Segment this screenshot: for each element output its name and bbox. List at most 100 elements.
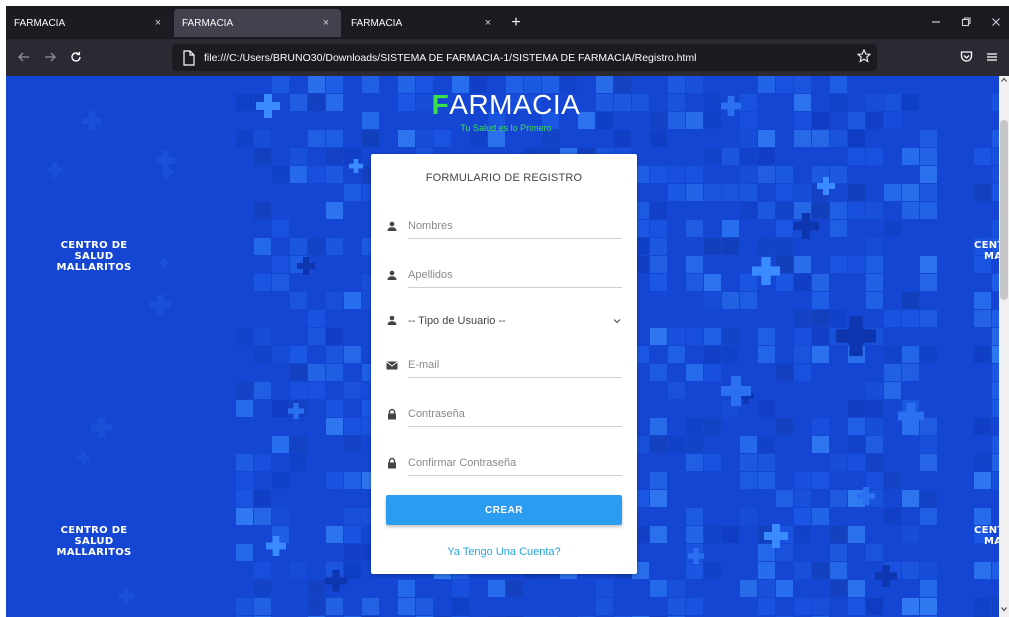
email-input[interactable] — [408, 353, 622, 378]
bg-tile — [758, 76, 775, 93]
bg-tile — [308, 166, 325, 183]
bg-tile — [992, 328, 999, 345]
pocket-icon[interactable] — [956, 48, 976, 68]
create-button[interactable]: CREAR — [386, 495, 622, 525]
bg-tile — [848, 400, 865, 417]
bg-tile — [776, 364, 793, 381]
bg-tile — [794, 94, 811, 111]
bg-tile — [506, 580, 523, 597]
bg-tile — [866, 256, 883, 273]
user-icon — [387, 315, 397, 325]
bg-tile — [290, 238, 307, 255]
bg-tile — [236, 598, 253, 615]
bg-tile — [848, 598, 865, 615]
bg-tile — [992, 310, 999, 327]
bg-tile — [974, 598, 991, 615]
bg-tile — [632, 94, 649, 111]
bg-tile — [884, 364, 901, 381]
bg-tile — [254, 490, 271, 507]
bg-tile — [974, 148, 991, 165]
bg-tile — [974, 418, 991, 435]
bg-tile — [686, 364, 703, 381]
tab-farmacia-2[interactable]: FARMACIA × — [174, 9, 341, 37]
page-icon — [183, 49, 195, 66]
close-tab-icon[interactable]: × — [481, 17, 495, 29]
bg-tile — [740, 436, 757, 453]
bg-tile — [758, 400, 775, 417]
nombres-input[interactable] — [408, 214, 622, 239]
tab-label: FARMACIA — [14, 17, 66, 29]
bg-tile — [884, 472, 901, 489]
bg-tile — [974, 472, 991, 489]
bg-cross — [155, 150, 176, 171]
bg-tile — [848, 184, 865, 201]
password-input[interactable] — [408, 402, 622, 427]
bg-tile — [812, 598, 829, 615]
bg-tile — [326, 238, 343, 255]
bg-tile — [776, 76, 793, 93]
bg-tile — [812, 202, 829, 219]
bg-tile — [686, 184, 703, 201]
minimize-icon[interactable] — [924, 12, 948, 34]
bg-tile — [254, 202, 271, 219]
bg-tile — [902, 562, 919, 579]
bg-tile — [794, 130, 811, 147]
bg-tile — [830, 544, 847, 561]
tab-farmacia-3[interactable]: FARMACIA × — [343, 9, 503, 37]
bg-tile — [758, 166, 775, 183]
bg-tile — [686, 76, 703, 93]
bg-tile — [794, 346, 811, 363]
login-link[interactable]: Ya Tengo Una Cuenta? — [371, 546, 637, 558]
hospital-line1: CENT — [974, 240, 999, 251]
hospital-line2: MA — [984, 251, 999, 262]
bg-tile — [740, 112, 757, 129]
bg-tile — [272, 166, 289, 183]
new-tab-button[interactable]: + — [506, 12, 526, 34]
bg-cross — [76, 451, 90, 465]
hospital-line1: CENT — [974, 525, 999, 536]
tab-farmacia-1[interactable]: FARMACIA × — [6, 9, 173, 37]
bg-tile — [650, 436, 667, 453]
bg-tile — [650, 112, 667, 129]
bg-tile — [344, 184, 361, 201]
bg-tile — [794, 562, 811, 579]
bg-tile — [884, 310, 901, 327]
bg-tile — [920, 148, 937, 165]
apellidos-input[interactable] — [408, 263, 622, 288]
bg-tile — [722, 526, 739, 543]
close-window-icon[interactable] — [984, 12, 1008, 34]
bg-tile — [866, 544, 883, 561]
scroll-down-icon[interactable] — [999, 605, 1009, 617]
bg-tile — [812, 346, 829, 363]
menu-icon[interactable] — [982, 48, 1002, 68]
bg-tile — [254, 130, 271, 147]
tipo-usuario-select[interactable]: -- Tipo de Usuario -- — [408, 308, 622, 333]
page-scrollbar[interactable] — [999, 76, 1009, 617]
bg-tile — [290, 346, 307, 363]
bg-tile — [686, 328, 703, 345]
back-icon[interactable] — [14, 48, 34, 68]
bg-tile — [812, 562, 829, 579]
bg-cross — [81, 111, 102, 131]
close-tab-icon[interactable]: × — [151, 17, 165, 29]
bg-tile — [704, 292, 721, 309]
restore-icon[interactable] — [954, 12, 978, 34]
bg-tile — [272, 400, 289, 417]
forward-icon[interactable] — [40, 48, 60, 68]
bg-tile — [812, 112, 829, 129]
bg-tile — [866, 472, 883, 489]
password-field-group — [386, 402, 622, 428]
close-tab-icon[interactable]: × — [319, 17, 333, 29]
bg-tile — [812, 436, 829, 453]
scroll-up-icon[interactable] — [999, 76, 1009, 88]
address-bar[interactable]: file:///C:/Users/BRUNO30/Downloads/SISTE… — [172, 44, 877, 71]
bg-tile — [704, 94, 721, 111]
envelope-icon — [386, 361, 398, 370]
bg-tile — [308, 580, 325, 597]
bg-tile — [758, 562, 775, 579]
bookmark-star-icon[interactable] — [854, 48, 874, 68]
scroll-thumb[interactable] — [1000, 120, 1008, 300]
bg-tile — [236, 400, 253, 417]
password-confirm-input[interactable] — [408, 451, 622, 476]
reload-icon[interactable] — [66, 48, 86, 68]
